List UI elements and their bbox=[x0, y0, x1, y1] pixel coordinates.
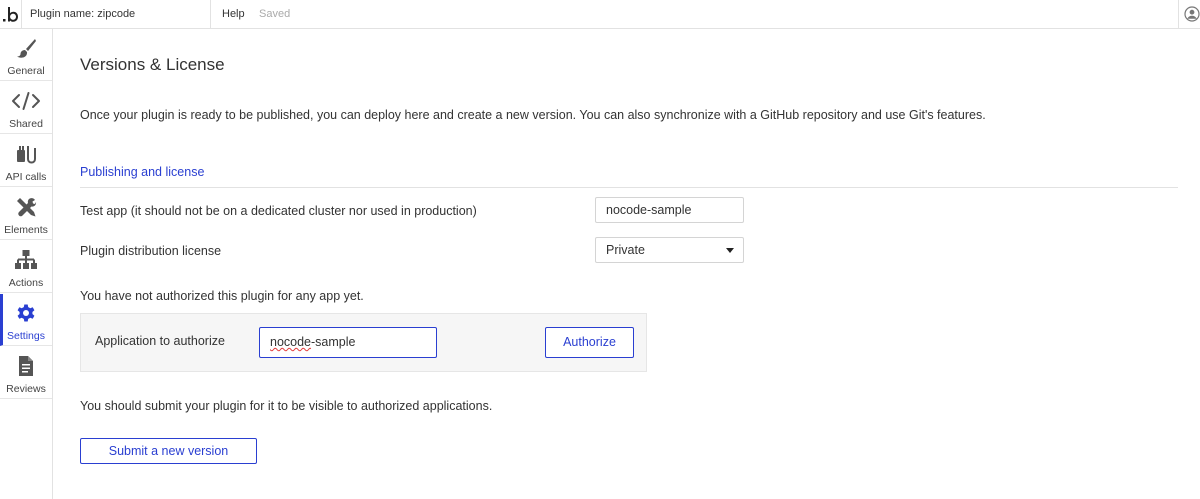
sidebar-item-shared[interactable]: Shared bbox=[0, 82, 52, 134]
sidebar-item-label: Actions bbox=[8, 277, 44, 289]
authorize-panel: Application to authorize nocode-sample A… bbox=[80, 313, 647, 372]
license-label: Plugin distribution license bbox=[80, 244, 222, 258]
sidebar-item-general[interactable]: General bbox=[0, 29, 52, 81]
sidebar-item-label: API calls bbox=[5, 171, 47, 183]
test-app-input[interactable]: nocode-sample bbox=[595, 197, 744, 223]
plug-icon bbox=[0, 142, 52, 166]
sidebar-item-elements[interactable]: Elements bbox=[0, 188, 52, 240]
bubble-logo-icon[interactable] bbox=[0, 0, 22, 28]
test-app-label: Test app (it should not be on a dedicate… bbox=[80, 204, 477, 218]
gear-icon bbox=[0, 301, 52, 325]
spellcheck-word: nocode bbox=[270, 335, 312, 349]
submit-new-version-button[interactable]: Submit a new version bbox=[80, 438, 257, 464]
authorize-app-input[interactable]: nocode-sample bbox=[259, 327, 437, 358]
paintbrush-icon bbox=[0, 36, 52, 60]
intro-text: Once your plugin is ready to be publishe… bbox=[80, 108, 986, 122]
code-brackets-icon bbox=[0, 89, 52, 113]
section-divider bbox=[80, 187, 1178, 188]
license-dropdown[interactable]: Private bbox=[595, 237, 744, 263]
sidebar-item-api-calls[interactable]: API calls bbox=[0, 135, 52, 187]
settings-panel: Versions & License Once your plugin is r… bbox=[80, 0, 1180, 499]
sidebar: General Shared API calls Elements Action… bbox=[0, 29, 53, 499]
sidebar-item-reviews[interactable]: Reviews bbox=[0, 347, 52, 399]
sidebar-item-label: Shared bbox=[9, 118, 43, 130]
tools-icon bbox=[0, 195, 52, 219]
license-selected-value: Private bbox=[606, 243, 645, 257]
workflow-icon bbox=[0, 248, 52, 272]
sidebar-item-label: Elements bbox=[4, 224, 48, 236]
sidebar-item-label: General bbox=[7, 65, 45, 77]
sidebar-item-actions[interactable]: Actions bbox=[0, 241, 52, 293]
caret-down-icon bbox=[726, 248, 734, 253]
sidebar-item-settings[interactable]: Settings bbox=[0, 294, 52, 346]
authorization-notice: You have not authorized this plugin for … bbox=[80, 289, 364, 303]
document-icon bbox=[0, 354, 52, 378]
sidebar-item-label: Settings bbox=[7, 330, 45, 342]
section-title: Publishing and license bbox=[80, 165, 205, 179]
authorize-button[interactable]: Authorize bbox=[545, 327, 634, 358]
input-text: -sample bbox=[311, 335, 356, 349]
sidebar-item-label: Reviews bbox=[6, 383, 46, 395]
authorize-app-label: Application to authorize bbox=[95, 334, 225, 348]
user-avatar-icon[interactable] bbox=[1184, 6, 1200, 22]
page-title: Versions & License bbox=[80, 55, 225, 74]
submit-notice: You should submit your plugin for it to … bbox=[80, 399, 493, 413]
